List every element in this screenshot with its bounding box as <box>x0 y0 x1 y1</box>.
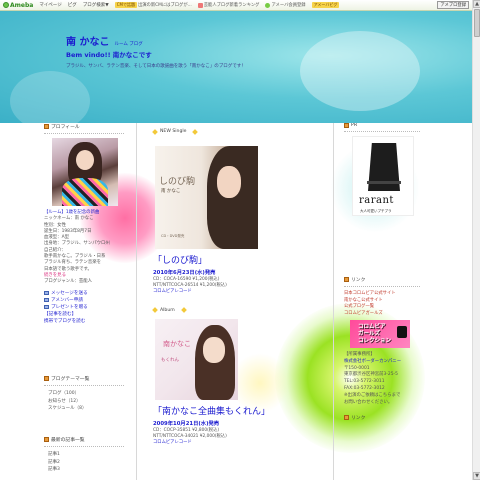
ameba-toolbar: Ameba マイページ ピグ ブログ検索▼ CMで話題 出演の新CMにはブログが… <box>0 0 472 11</box>
section-icon <box>344 123 349 128</box>
blog-title[interactable]: 南 かなこ ルーム ブログ <box>66 33 143 48</box>
scroll-thumb[interactable] <box>474 9 480 37</box>
recent-post-item[interactable]: 記事3 <box>48 466 124 474</box>
header-decoration <box>10 71 90 123</box>
gift-icon <box>44 305 49 310</box>
scroll-up-arrow-icon[interactable]: ▲ <box>473 0 480 8</box>
post-label: NEW Single <box>152 128 333 135</box>
album-cover-image[interactable]: 南かなこ もくれん <box>155 318 238 400</box>
toolbar-ranking[interactable]: 芸能人ブログ新着ランキング <box>197 2 259 8</box>
right-sidebar: PR rarant 大人可愛いプチプラ リンク 日本コロムビア公式サイト 南かな… <box>344 123 420 424</box>
main-column: NEW Single しのび駒 南 かなこ CD・DVD発売 「しのび駒」 20… <box>136 123 334 480</box>
ameblo-register-button[interactable]: アメブロ登録 <box>437 1 469 9</box>
amember-request-link[interactable]: アメンバー申請 <box>44 297 124 304</box>
member-icon <box>44 298 49 303</box>
link-list: 日本コロムビア公式サイト 南かなこ公式サイト 公式ブログ一覧 コロムビアガールズ <box>344 291 420 317</box>
ad-banner[interactable]: rarant 大人可愛いプチプラ <box>352 136 414 216</box>
ameba-logo-icon <box>3 2 9 8</box>
profile-line: ブログジャンル：芸能人 <box>44 279 93 285</box>
recent-posts-heading: 最新の記事一覧 <box>44 436 124 443</box>
section-icon <box>44 437 49 442</box>
recent-posts-section: 最新の記事一覧 記事1 記事2 記事3 <box>44 436 124 474</box>
blog-description: ブラジル、サンバ、ラテン音楽、そして日本の歌謡曲を歌う「南かなこ」のブログです！ <box>66 64 246 69</box>
theme-item[interactable]: ブログ（100） <box>48 390 124 398</box>
read-articles-link[interactable]: 【記事を読む】 <box>44 311 124 318</box>
recent-post-item[interactable]: 記事2 <box>48 459 124 467</box>
office-info: 【所属事務所】 株式会社ボーダーカンパニー 〒150-0001 東京都渋谷区神宮… <box>344 352 420 406</box>
ribbon-icon <box>397 326 407 338</box>
section-icon <box>344 415 349 421</box>
toolbar-link-mypage[interactable]: マイページ <box>39 2 61 8</box>
send-message-link[interactable]: メッセージを送る <box>44 290 124 297</box>
toolbar-register[interactable]: アメーバ会員登録 <box>265 2 306 8</box>
theme-list-section: ブログテーマ一覧 ブログ（100） お知らせ（12） スケジュール（8） <box>44 375 124 413</box>
post-label: Album <box>152 307 333 313</box>
post-info: CD：COCP-35851 ¥2,800(税込) NTT/NTTCOCA-340… <box>153 428 333 447</box>
external-link[interactable]: コロムビアガールズ <box>344 311 420 318</box>
mobile-read-link[interactable]: 携帯でブログを読む <box>44 318 124 325</box>
label-link[interactable]: コロムビアレコード <box>153 289 333 295</box>
send-gift-link[interactable]: プレゼントを贈る <box>44 304 124 311</box>
theme-item[interactable]: スケジュール（8） <box>48 405 124 413</box>
section-icon <box>344 277 349 282</box>
promo-badge: CMで話題 <box>114 2 137 8</box>
release-date: 2009年10月21日(水)発売 <box>153 420 220 427</box>
section-icon <box>44 124 49 129</box>
diamond-icon <box>192 128 199 135</box>
post-title[interactable]: 「南かなこ全曲集もくれん」 <box>153 404 333 417</box>
ameba-logo[interactable]: Ameba <box>3 2 33 9</box>
pr-heading: PR <box>344 123 420 128</box>
blog-content: プロフィール 【ルーム】1歳を記念の新曲 ニックネーム：南 かなこ 性別：女性 … <box>0 123 472 480</box>
mail-icon <box>44 291 49 296</box>
toolbar-promo[interactable]: CMで話題 出演の新CMにはブログが... <box>114 2 192 8</box>
theme-item[interactable]: お知らせ（12） <box>48 398 124 406</box>
ranking-icon <box>197 2 203 8</box>
profile-heading: プロフィール <box>44 123 124 130</box>
theme-list-heading: ブログテーマ一覧 <box>44 375 124 382</box>
recent-post-item[interactable]: 記事1 <box>48 451 124 459</box>
blog-header: 南 かなこ ルーム ブログ Bem vindo!! 南かなこです ブラジル、サン… <box>0 11 472 123</box>
columbia-girls-banner[interactable]: コロムビア ガールズ コレクション <box>350 320 410 348</box>
section-icon <box>44 376 49 381</box>
more-links-heading: リンク <box>344 414 420 421</box>
profile-actions: メッセージを送る アメンバー申請 プレゼントを贈る 【記事を読む】 携帯でブログ… <box>44 290 124 325</box>
left-sidebar: プロフィール 【ルーム】1歳を記念の新曲 ニックネーム：南 かなこ 性別：女性 … <box>44 123 124 472</box>
diamond-icon <box>180 307 187 313</box>
member-icon <box>265 2 271 8</box>
blog-tagline: Bem vindo!! 南かなこです <box>66 51 152 59</box>
toolbar-link-blog-search[interactable]: ブログ検索▼ <box>83 2 109 8</box>
label-link[interactable]: コロムビアレコード <box>153 440 333 446</box>
vertical-scrollbar[interactable]: ▲ ▼ <box>472 0 480 480</box>
links-heading: リンク <box>344 276 420 283</box>
diamond-icon <box>152 307 158 313</box>
toolbar-pigg-highlight[interactable]: アメーバピグ <box>311 2 340 8</box>
profile-photo[interactable] <box>52 138 118 206</box>
toolbar-link-pigg[interactable]: ピグ <box>68 2 77 8</box>
office-link[interactable]: 株式会社ボーダーカンパニー <box>344 359 420 366</box>
header-decoration <box>300 31 420 111</box>
diamond-icon <box>152 128 158 135</box>
post-info: CD：COCA-16590 ¥1,200(税込) NTT/NTTCOCA-265… <box>153 277 333 296</box>
single-cover-image[interactable]: しのび駒 南 かなこ CD・DVD発売 <box>155 146 258 249</box>
release-date: 2010年6月23日(水)発売 <box>153 270 216 276</box>
profile-details: 【ルーム】1歳を記念の新曲 ニックネーム：南 かなこ 性別：女性 誕生日：198… <box>44 210 124 286</box>
scroll-down-arrow-icon[interactable]: ▼ <box>473 472 480 480</box>
post-title[interactable]: 「しのび駒」 <box>153 253 333 266</box>
